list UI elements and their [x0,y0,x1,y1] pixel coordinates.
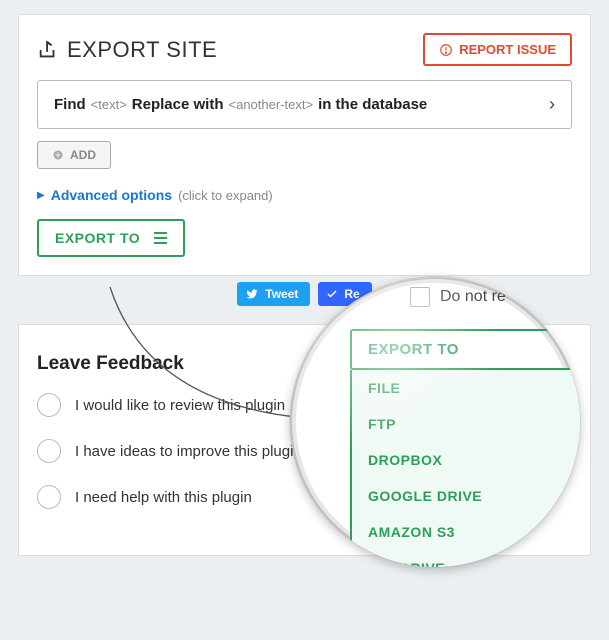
export-option-onedrive[interactable]: ONEDRIVE [352,550,580,567]
share-icon [37,39,59,61]
replace-placeholder: <another-text> [229,97,314,112]
export-option-dropbox[interactable]: DROPBOX [352,442,580,478]
export-to-button[interactable]: EXPORT TO [37,219,185,257]
magnified-checkbox-row[interactable]: Do not re [350,287,580,307]
export-title-text: EXPORT SITE [67,37,217,63]
export-to-label: EXPORT TO [55,230,140,246]
magnified-export-label: EXPORT TO [368,341,459,358]
tweet-button[interactable]: Tweet [237,282,310,306]
advanced-options-hint: (click to expand) [178,188,273,203]
export-site-panel: EXPORT SITE REPORT ISSUE Find <text> Rep… [18,14,591,276]
radio-icon [37,439,61,463]
twitter-icon [245,288,259,300]
export-option-file[interactable]: FILE [352,370,580,406]
advanced-options-toggle[interactable]: ▶ Advanced options (click to expand) [37,187,572,203]
find-replace-row[interactable]: Find <text> Replace with <another-text> … [37,80,572,129]
triangle-right-icon: ▶ [37,190,45,201]
find-placeholder: <text> [91,97,127,112]
advanced-options-label: Advanced options [51,187,172,203]
report-issue-label: REPORT ISSUE [459,42,556,57]
find-label: Find [54,96,86,113]
feedback-option-label: I need help with this plugin [75,489,252,506]
export-header: EXPORT SITE REPORT ISSUE [37,33,572,66]
magnified-content: Do not re EXPORT TO FILE FTP DROPBOX GOO… [350,277,580,567]
radio-icon [37,485,61,509]
report-issue-button[interactable]: REPORT ISSUE [423,33,572,66]
magnified-export-to-button[interactable]: EXPORT TO [350,329,580,370]
find-replace-text: Find <text> Replace with <another-text> … [54,96,427,113]
checkbox-icon [410,287,430,307]
magnifier-overlay: Do not re EXPORT TO FILE FTP DROPBOX GOO… [290,277,580,567]
feedback-option-label: I have ideas to improve this plugin [75,443,302,460]
tweet-label: Tweet [265,287,298,301]
feedback-option-label: I would like to review this plugin [75,397,285,414]
export-option-amazon-s3[interactable]: AMAZON S3 [352,514,580,550]
add-button[interactable]: ADD [37,141,111,169]
export-option-google-drive[interactable]: GOOGLE DRIVE [352,478,580,514]
export-option-ftp[interactable]: FTP [352,406,580,442]
export-destination-list: FILE FTP DROPBOX GOOGLE DRIVE AMAZON S3 … [350,370,580,567]
check-icon [326,288,338,300]
chevron-right-icon: › [549,94,555,115]
hamburger-icon [154,232,167,244]
warning-icon [439,43,453,57]
radio-icon [37,393,61,417]
add-label: ADD [70,148,96,162]
plus-circle-icon [52,149,64,161]
replace-label: Replace with [132,96,224,113]
minus-icon [578,349,580,351]
export-site-title: EXPORT SITE [37,37,217,63]
find-replace-suffix: in the database [318,96,427,113]
magnified-checkbox-label: Do not re [440,288,506,306]
